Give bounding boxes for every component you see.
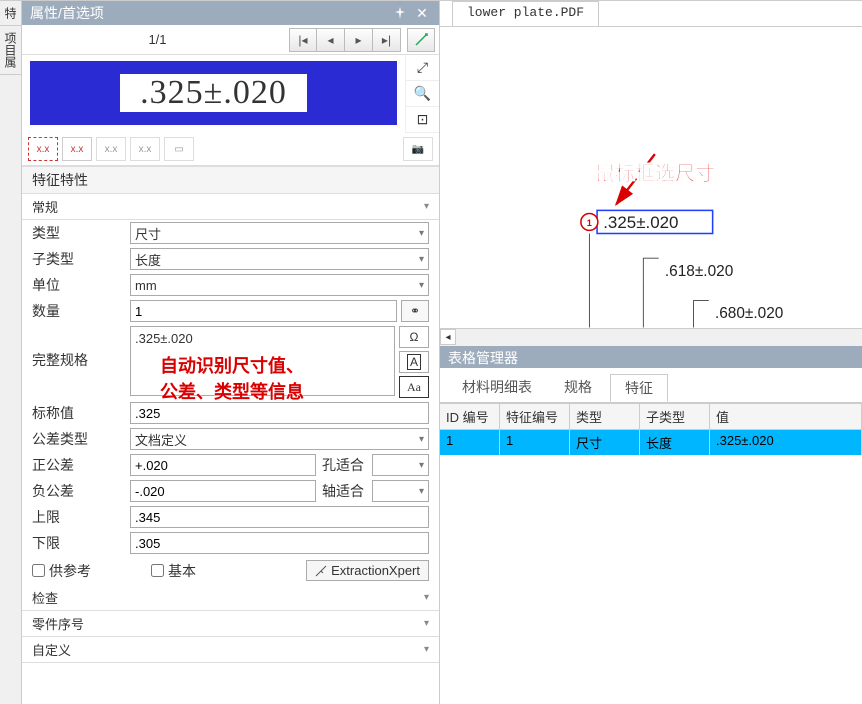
properties-panel: 属性/首选项 ✕ 1/1 |◂ ◂ ▸ ▸| .325±.020	[22, 1, 440, 704]
preview-area: .325±.020 ⤢ 🔍 ⊡	[22, 55, 439, 133]
pin-icon[interactable]	[391, 4, 409, 22]
first-button[interactable]: |◂	[289, 28, 317, 52]
qty-link-icon[interactable]: ⚭	[401, 300, 429, 322]
left-vertical-tabs: 特 项目属	[0, 1, 22, 704]
label-qty: 数量	[32, 301, 130, 321]
tab-spec[interactable]: 规格	[550, 374, 606, 402]
select-type[interactable]: 尺寸▾	[130, 222, 429, 244]
zoom-fit-icon[interactable]: ⊡	[406, 107, 439, 133]
dimension-preview: .325±.020	[30, 61, 397, 125]
label-subtype: 子类型	[32, 249, 130, 269]
capture-mode-4[interactable]: x.x	[130, 137, 160, 161]
annotation-box-select: 鼠标框选尺寸	[595, 157, 715, 186]
section-general[interactable]: 常规▾	[22, 194, 439, 220]
dim-3: .680±.020	[715, 305, 783, 322]
table-tabs: 材料明细表 规格 特征	[440, 368, 862, 403]
input-lower[interactable]	[130, 532, 429, 554]
prev-button[interactable]: ◂	[317, 28, 345, 52]
label-unit: 单位	[32, 275, 130, 295]
input-negtol[interactable]	[130, 480, 316, 502]
font-a-icon[interactable]: A	[399, 351, 429, 373]
dim-1: .325±.020	[603, 213, 678, 232]
omega-icon[interactable]: Ω	[399, 326, 429, 348]
label-upper: 上限	[32, 507, 130, 527]
document-tabs: lower plate.PDF	[440, 1, 862, 27]
close-icon[interactable]: ✕	[413, 4, 431, 22]
col-type[interactable]: 类型	[570, 404, 640, 429]
panel-title-bar: 属性/首选项 ✕	[22, 1, 439, 25]
zoom-in-icon[interactable]: 🔍	[406, 81, 439, 107]
extractionxpert-button[interactable]: ExtractionXpert	[306, 560, 429, 581]
horizontal-scrollbar[interactable]: ◂	[440, 328, 862, 346]
select-toltype[interactable]: 文档定义▾	[130, 428, 429, 450]
dim-2: .618±.020	[665, 263, 733, 280]
select-holefit[interactable]: ▾	[372, 454, 429, 476]
vtab-2[interactable]: 项目属	[0, 26, 21, 75]
capture-toolbar: x.x x.x x.x x.x ▭ 📷	[22, 133, 439, 166]
select-unit[interactable]: mm▾	[130, 274, 429, 296]
section-inspect[interactable]: 检查▾	[22, 585, 439, 611]
page-indicator: 1/1	[26, 32, 289, 47]
textarea-spec[interactable]: .325±.020	[130, 326, 395, 396]
label-nominal: 标称值	[32, 403, 130, 423]
section-characteristics[interactable]: 特征特性	[22, 166, 439, 194]
input-postol[interactable]	[130, 454, 316, 476]
tab-pdf[interactable]: lower plate.PDF	[452, 1, 599, 26]
checkbox-basic[interactable]: 基本	[151, 561, 196, 581]
capture-mode-3[interactable]: x.x	[96, 137, 126, 161]
capture-mode-1[interactable]: x.x	[28, 137, 58, 161]
tab-characteristics[interactable]: 特征	[610, 374, 668, 402]
section-custom[interactable]: 自定义▾	[22, 637, 439, 663]
input-nominal[interactable]	[130, 402, 429, 424]
label-lower: 下限	[32, 533, 130, 553]
label-holefit: 孔适合	[322, 455, 372, 475]
checkbox-reference[interactable]: 供参考	[32, 561, 91, 581]
label-type: 类型	[32, 223, 130, 243]
panel-title: 属性/首选项	[30, 3, 104, 23]
label-shaftfit: 轴适合	[322, 481, 372, 501]
right-panel: lower plate.PDF 1 .325±.020	[440, 1, 862, 704]
zoom-region-icon[interactable]: ⤢	[406, 55, 439, 81]
last-button[interactable]: ▸|	[373, 28, 401, 52]
capture-mode-5[interactable]: ▭	[164, 137, 194, 161]
select-subtype[interactable]: 长度▾	[130, 248, 429, 270]
label-postol: 正公差	[32, 455, 130, 475]
pager-row: 1/1 |◂ ◂ ▸ ▸|	[22, 25, 439, 55]
label-negtol: 负公差	[32, 481, 130, 501]
select-shaftfit[interactable]: ▾	[372, 480, 429, 502]
drawing-viewport[interactable]: 1 .325±.020 .618±.020 .680±.020 鼠标框选尺寸	[440, 27, 862, 328]
preview-value: .325±.020	[120, 74, 307, 112]
characteristics-table: ID 编号 特征编号 类型 子类型 值 1 1 尺寸 长度 .325±.020	[440, 403, 862, 704]
tab-bom[interactable]: 材料明细表	[448, 374, 546, 402]
label-toltype: 公差类型	[32, 429, 130, 449]
measure-icon[interactable]	[407, 28, 435, 52]
section-partseq[interactable]: 零件序号▾	[22, 611, 439, 637]
vtab-1[interactable]: 特	[0, 1, 21, 26]
balloon-1: 1	[587, 218, 592, 228]
col-subtype[interactable]: 子类型	[640, 404, 710, 429]
font-aa-icon[interactable]: Aa	[399, 376, 429, 398]
scroll-left-icon[interactable]: ◂	[440, 329, 456, 345]
table-row[interactable]: 1 1 尺寸 长度 .325±.020	[440, 430, 862, 455]
label-spec: 完整规格	[32, 326, 130, 370]
next-button[interactable]: ▸	[345, 28, 373, 52]
table-manager-title: 表格管理器	[440, 346, 862, 368]
col-charid[interactable]: 特征编号	[500, 404, 570, 429]
col-id[interactable]: ID 编号	[440, 404, 500, 429]
capture-mode-2[interactable]: x.x	[62, 137, 92, 161]
input-upper[interactable]	[130, 506, 429, 528]
input-qty[interactable]	[130, 300, 397, 322]
col-value[interactable]: 值	[710, 404, 862, 429]
camera-icon[interactable]: 📷	[403, 137, 433, 161]
